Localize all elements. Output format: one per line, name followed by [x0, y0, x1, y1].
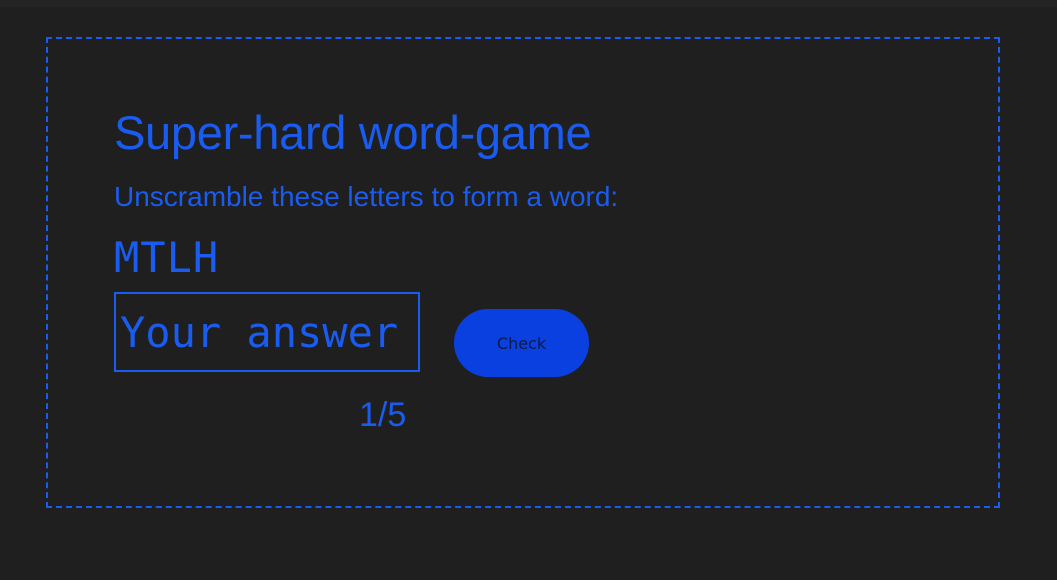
check-button[interactable]: Check: [454, 309, 589, 377]
top-strip: [0, 0, 1057, 7]
progress-counter: 1/5: [359, 396, 407, 434]
game-container: Super-hard word-game Unscramble these le…: [46, 37, 1000, 508]
game-instructions: Unscramble these letters to form a word:: [114, 181, 619, 212]
answer-input[interactable]: [114, 292, 420, 372]
scrambled-word: MTLH: [114, 233, 220, 282]
game-title: Super-hard word-game: [114, 106, 592, 159]
